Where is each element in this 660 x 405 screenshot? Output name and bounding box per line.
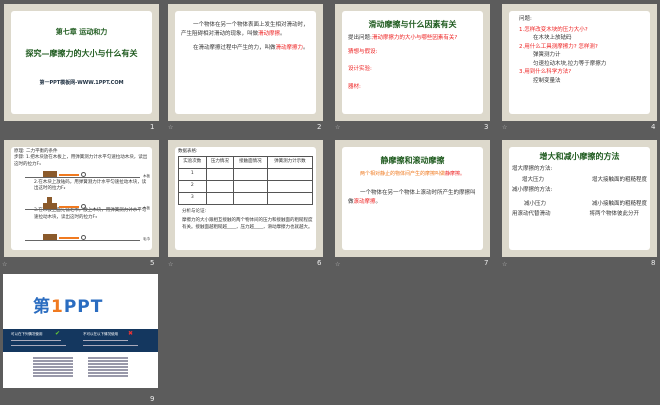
slide-number: 6 xyxy=(317,259,322,267)
animation-icon[interactable]: ☆ xyxy=(335,124,340,131)
data-table: 实验次数 压力情况 接触面情况 弹簧测力计示数 1 2 3 xyxy=(178,155,314,205)
paragraph: 在滑动摩擦过程中产生的力，叫做滑动摩擦力。 xyxy=(193,45,309,52)
slide-thumbnail-4[interactable]: 问题: 1.怎样改变木块的压力大小? 在木块上放砝码 2.用什么工具测摩擦力? … xyxy=(502,4,657,121)
slide-number: 1 xyxy=(150,123,155,131)
slide-number: 5 xyxy=(150,259,155,267)
guess-label: 猜想与假设: xyxy=(348,48,378,55)
slide-number: 9 xyxy=(150,395,155,403)
step-1: 步骤: 1.把木块放在木板上，用弹簧测力计水平匀速拉动木块，读出这时的拉力F₁ xyxy=(14,155,148,167)
method: 减小接触面的粗糙程度 xyxy=(591,200,647,207)
slide-thumbnail-5[interactable]: 原理: 二力平衡的条件 步骤: 1.把木块放在木板上，用弹簧测力计水平匀速拉动木… xyxy=(4,140,159,257)
slide-thumbnail-8[interactable]: 增大和减小摩擦的方法 增大摩擦的方法: 增大压力 增大接触面的粗糙程度 减小摩擦的… xyxy=(502,140,657,257)
allowed-heading: 可以在下列情况使用 xyxy=(11,332,43,336)
slide-thumbnail-1[interactable]: 第七章 运动和力 探究—摩擦力的大小与什么有关 第一PPT模板网-WWW.1PP… xyxy=(4,4,159,121)
method: 将两个物体彼此分开 xyxy=(589,210,639,217)
increase-heading: 增大摩擦的方法: xyxy=(512,166,553,173)
slide-number: 7 xyxy=(484,259,489,267)
slide-number: 3 xyxy=(484,123,489,131)
slide-number: 2 xyxy=(317,123,322,131)
slide-number: 8 xyxy=(651,259,656,267)
slide-thumbnail-3[interactable]: 滑动摩擦与什么因素有关 提出问题:滑动摩擦力的大小与哪些因素有关? 猜想与假设:… xyxy=(335,4,490,121)
animation-icon[interactable]: ☆ xyxy=(502,124,507,131)
slide-title: 增大和减小摩擦的方法 xyxy=(539,152,620,161)
label-towel: 毛巾 xyxy=(143,237,150,241)
method: 用滚动代替滑动 xyxy=(512,210,551,217)
label-board: 木板 xyxy=(143,206,150,210)
answer-3: 控制变量法 xyxy=(533,77,561,84)
animation-icon[interactable]: ☆ xyxy=(168,261,173,268)
method: 减小压力 xyxy=(524,200,547,207)
question-1: 1.怎样改变木块的压力大小? xyxy=(519,26,588,33)
slide-thumbnail-7[interactable]: 静摩擦和滚动摩擦 两个相对静止的物体间产生的摩擦叫做静摩擦。 一个物体在另一个物… xyxy=(335,140,490,257)
footer-text: 第一PPT模板网-WWW.1PPT.COM xyxy=(39,80,124,87)
slide-title: 滑动摩擦与什么因素有关 xyxy=(368,20,457,29)
design-label: 设计实验: xyxy=(348,66,372,73)
cross-icon: ✖ xyxy=(128,330,134,337)
paragraph: 两个相对静止的物体间产生的摩擦叫做静摩擦。 xyxy=(360,171,466,178)
slide-thumbnail-2[interactable]: 一个物体在另一个物体表面上发生相对滑动时，产生阻碍相对滑动的现象，叫做滑动摩擦。… xyxy=(168,4,323,121)
method: 增大压力 xyxy=(522,176,545,183)
label-board: 木板 xyxy=(143,174,150,178)
animation-icon[interactable]: ☆ xyxy=(168,124,173,131)
chapter-title: 第七章 运动和力 xyxy=(55,28,108,36)
animation-icon[interactable]: ☆ xyxy=(335,261,340,268)
slide-title: 探究—摩擦力的大小与什么有关 xyxy=(25,48,138,58)
slide-thumbnail-9[interactable]: 第1PPT 可以在下列情况使用 ✔ 不可以在以下情况使用 ✖ xyxy=(3,274,158,388)
decrease-heading: 减小摩擦的方法: xyxy=(512,187,553,194)
slide-thumbnail-6[interactable]: 数据表格: 实验次数 压力情况 接触面情况 弹簧测力计示数 1 2 3 分析与论证: … xyxy=(168,140,323,257)
step-3: 3.在木板上面先铺毛巾，放上木块，用弹簧测力计水平匀速拉动木块，读出这时的拉力F… xyxy=(34,208,147,220)
tools-label: 器材: xyxy=(348,83,361,90)
disallowed-heading: 不可以在以下情况使用 xyxy=(83,332,118,336)
slide-title: 静摩擦和滚动摩擦 xyxy=(380,156,445,165)
conclusion: 摩擦力的大小跟相互接触的两个物体间的压力和接触面的粗糙程度有关。接触面越粗糙越_… xyxy=(182,217,313,230)
method: 增大接触面的粗糙程度 xyxy=(591,176,647,183)
step-2: 2.在木块上放砝码，用弹簧测力计水平匀速拉动木块，读出这时的拉力F₂ xyxy=(34,179,147,192)
answer-1: 在木块上放砝码 xyxy=(533,35,572,42)
animation-icon[interactable]: ☆ xyxy=(502,261,507,268)
question-2: 2.用什么工具测摩擦力? 怎样测? xyxy=(519,43,598,50)
paragraph: 一个物体在另一个物体上滚动时所产生的摩擦叫做滚动摩擦。 xyxy=(348,190,476,205)
animation-icon[interactable]: ☆ xyxy=(2,261,7,268)
question: 提出问题:滑动摩擦力的大小与哪些因素有关? xyxy=(348,35,458,42)
heading: 数据表格: xyxy=(178,149,198,154)
heading: 问题: xyxy=(519,16,532,22)
question-3: 3.用到什么科学方法? xyxy=(519,69,572,76)
info-banner: 可以在下列情况使用 ✔ 不可以在以下情况使用 ✖ xyxy=(3,329,158,352)
paragraph: 一个物体在另一个物体表面上发生相对滑动时，产生阻碍相对滑动的现象，叫做滑动摩擦。 xyxy=(181,22,309,37)
slide-number: 4 xyxy=(651,123,656,131)
qr-links-left[interactable] xyxy=(33,356,73,378)
qr-links-right[interactable] xyxy=(88,356,128,378)
analysis-label: 分析与论证: xyxy=(182,208,207,214)
check-icon: ✔ xyxy=(55,330,61,337)
logo: 第1PPT xyxy=(33,297,104,317)
answer-2b: 匀速拉动木块,拉力等于摩擦力 xyxy=(533,60,607,67)
answer-2a: 弹簧测力计 xyxy=(533,52,561,59)
